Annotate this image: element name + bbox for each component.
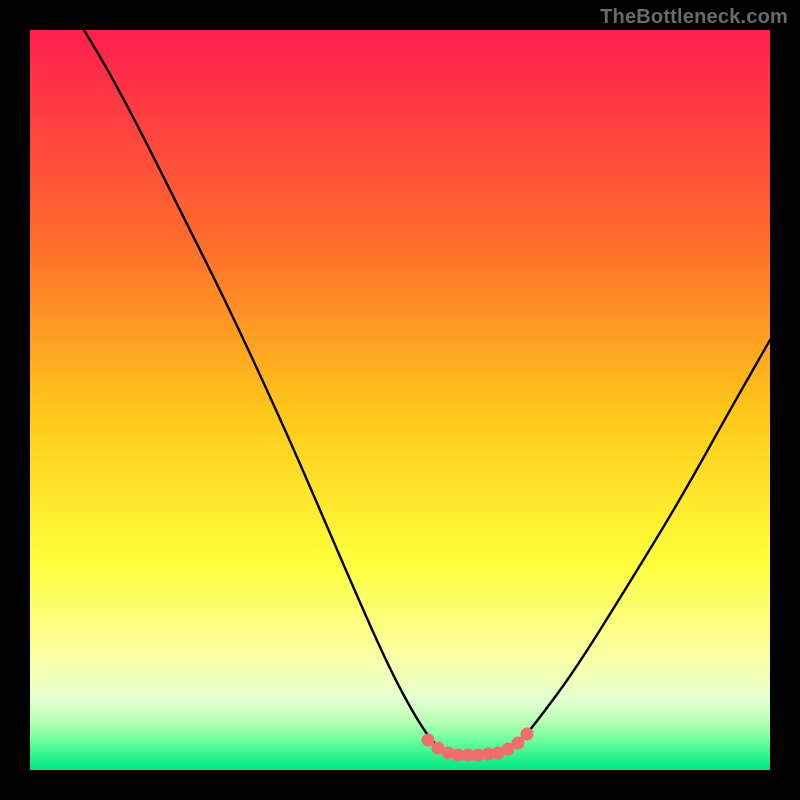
- plot-area: [30, 30, 770, 770]
- valley-marker: [521, 728, 534, 741]
- chart-curve-layer: [30, 30, 770, 770]
- bottleneck-curve: [84, 30, 770, 754]
- chart-frame: TheBottleneck.com: [0, 0, 800, 800]
- watermark-text: TheBottleneck.com: [600, 6, 788, 29]
